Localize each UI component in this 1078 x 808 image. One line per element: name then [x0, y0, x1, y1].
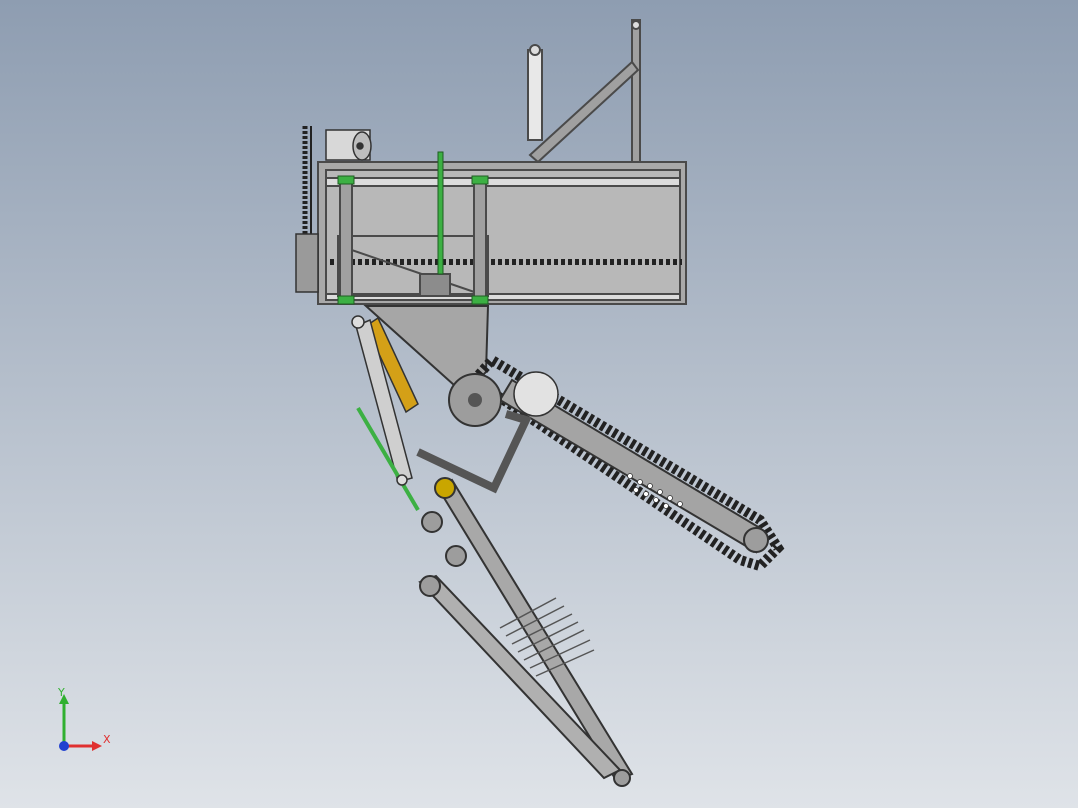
x-axis-label: X [103, 733, 111, 746]
drive-motor [325, 129, 372, 161]
z-axis-dot [59, 741, 69, 751]
upper-mast-frame [527, 19, 641, 164]
lower-boom [418, 477, 634, 787]
left-chain [295, 126, 319, 293]
mechanism-assembly-model[interactable] [0, 0, 1078, 808]
coordinate-triad: X Y [40, 680, 130, 770]
y-axis-label: Y [58, 686, 65, 699]
track-conveyor [448, 353, 785, 572]
main-frame [317, 161, 687, 305]
cad-viewport[interactable]: X Y [0, 0, 1078, 808]
triad-axes [59, 694, 102, 751]
x-axis-arrowhead [92, 741, 102, 751]
